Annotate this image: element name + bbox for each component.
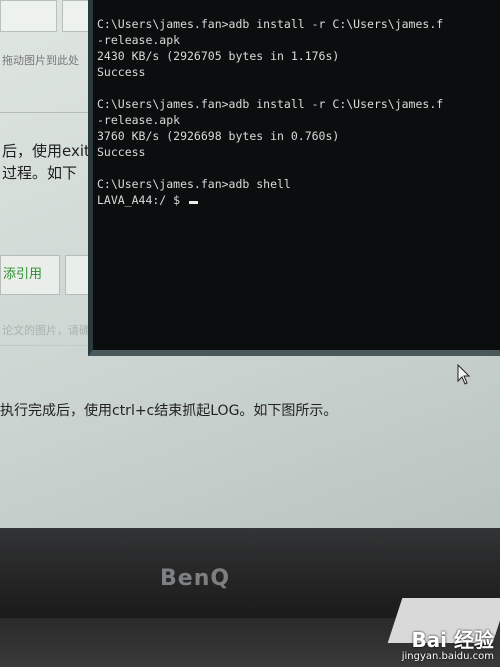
terminal-line: C:\Users\james.fan>adb install -r C:\Use… [97,97,444,111]
terminal-line: C:\Users\james.fan>adb shell [97,177,291,191]
tab-hint-text: 拖动图片到此处 [2,54,79,67]
text-cursor [189,201,199,204]
paragraph-line: 后，使用exiti [2,142,95,160]
add-citation-button[interactable]: 添引用 [0,255,60,295]
terminal-line: -release.apk [97,33,181,47]
watermark-logo: Bai 经验 [411,628,494,652]
watermark-url: jingyan.baidu.com [401,651,494,662]
mouse-pointer-icon [457,364,471,385]
terminal-line: -release.apk [97,113,181,127]
command-prompt-window[interactable]: C:\Users\james.fan>adb install -r C:\Use… [88,0,500,356]
instruction-text: 执行完成后，使用ctrl+c结束抓起LOG。如下图所示。 [0,403,338,419]
terminal-line: 3760 KB/s (2926698 bytes in 0.760s) [97,129,340,143]
web-tab[interactable] [0,0,57,32]
divider [0,112,100,113]
faint-hint-text: 论文的图片，请确认 [2,324,101,337]
terminal-prompt-line[interactable]: LAVA_A44:/ $ [97,192,500,208]
terminal-line: 2430 KB/s (2926705 bytes in 1.176s) [97,49,340,63]
shell-prompt: LAVA_A44:/ $ [97,193,188,207]
paragraph-line: 过程。如下 [2,164,78,182]
monitor-brand-logo: BenQ [160,566,231,591]
baidu-jingyan-watermark: Bai 经验 jingyan.baidu.com [402,629,494,663]
terminal-line: C:\Users\james.fan>adb install -r C:\Use… [97,17,444,31]
terminal-line: Success [97,145,146,159]
monitor-screen: 拖动图片到此处 后，使用exiti 过程。如下 添引用 论文的图片，请确认 执行… [0,0,500,528]
terminal-line: Success [97,65,146,79]
